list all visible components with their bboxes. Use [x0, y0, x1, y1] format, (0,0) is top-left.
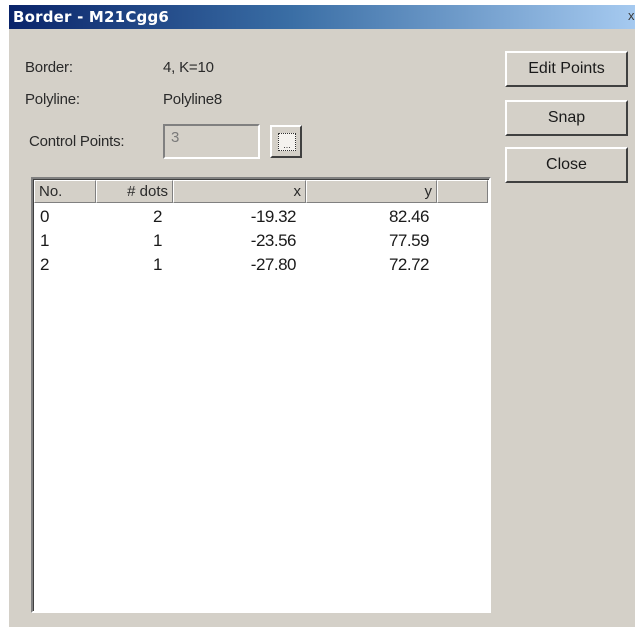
- column-header-filler: [437, 180, 488, 203]
- cell-y: 72.72: [388, 255, 430, 274]
- table-row[interactable]: 1 1 -23.56 77.59: [34, 231, 489, 255]
- close-button[interactable]: Close: [505, 147, 628, 183]
- table-row[interactable]: 0 2 -19.32 82.46: [34, 207, 489, 231]
- polyline-value: Polyline8: [163, 91, 223, 108]
- border-label: Border:: [25, 59, 73, 76]
- cell-x: -27.80: [250, 255, 297, 274]
- polyline-label: Polyline:: [25, 91, 80, 108]
- column-header-no[interactable]: No.: [34, 180, 96, 203]
- table-row[interactable]: 2 1 -27.80 72.72: [34, 255, 489, 279]
- snap-button[interactable]: Snap: [505, 100, 628, 136]
- window-title: Border - M21Cgg6: [13, 8, 170, 26]
- cell-dots: 1: [153, 255, 162, 274]
- column-header-x[interactable]: x: [173, 180, 306, 203]
- ellipsis-button-icon: ...: [278, 133, 296, 151]
- browse-control-points-button[interactable]: ...: [270, 125, 302, 158]
- cell-x: -19.32: [250, 207, 297, 226]
- column-header-y[interactable]: y: [306, 180, 437, 203]
- cell-dots: 2: [153, 207, 162, 226]
- border-value: 4, K=10: [163, 59, 214, 76]
- cell-no: 0: [40, 207, 49, 226]
- cell-x: -23.56: [250, 231, 297, 250]
- dialog-window: Border - M21Cgg6 x Border: 4, K=10 Polyl…: [8, 5, 635, 627]
- edit-points-button[interactable]: Edit Points: [505, 51, 628, 87]
- cell-y: 77.59: [388, 231, 430, 250]
- control-points-list[interactable]: No. # dots x y 0 2 -19.32 82.46 1 1 -23.…: [31, 177, 491, 613]
- close-icon[interactable]: x: [628, 8, 635, 24]
- control-points-label: Control Points:: [29, 133, 125, 150]
- title-bar[interactable]: Border - M21Cgg6 x: [9, 5, 635, 29]
- cell-no: 2: [40, 255, 49, 274]
- cell-y: 82.46: [388, 207, 430, 226]
- column-header-dots[interactable]: # dots: [96, 180, 173, 203]
- cell-no: 1: [40, 231, 49, 250]
- cell-dots: 1: [153, 231, 162, 250]
- control-points-field[interactable]: 3: [163, 124, 260, 159]
